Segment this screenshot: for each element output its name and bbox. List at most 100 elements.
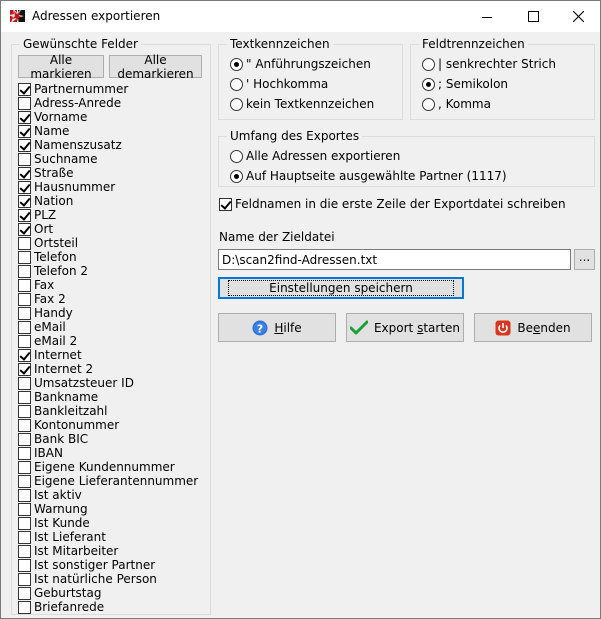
field-checkbox-item[interactable]: Kontonummer xyxy=(18,418,198,432)
field-checkbox-item[interactable]: Handy xyxy=(18,306,198,320)
field-checkbox[interactable] xyxy=(18,222,31,236)
field-checkbox-item[interactable]: eMail xyxy=(18,320,198,334)
field-checkbox-item[interactable]: Ortsteil xyxy=(18,236,198,250)
field-checkbox-item[interactable]: Namenszusatz xyxy=(18,138,198,152)
field-checkbox[interactable] xyxy=(18,236,31,250)
field-checkbox-item[interactable]: Adress-Anrede xyxy=(18,96,198,110)
field-checkbox-item[interactable]: PLZ xyxy=(18,208,198,222)
field-checkbox-item[interactable]: Ist Lieferant xyxy=(18,530,198,544)
field-checkbox-item[interactable]: Fax 2 xyxy=(18,292,198,306)
field-checkbox-item[interactable]: Umsatzsteuer ID xyxy=(18,376,198,390)
field-checkbox-item[interactable]: Geburtstag xyxy=(18,586,198,600)
field-checkbox[interactable] xyxy=(18,474,31,488)
radio-semicolon-circle[interactable] xyxy=(422,77,435,91)
field-checkbox-item[interactable]: IBAN xyxy=(18,446,198,460)
field-checkbox-item[interactable]: Ist natürliche Person xyxy=(18,572,198,586)
field-checkbox[interactable] xyxy=(18,502,31,516)
target-file-input[interactable] xyxy=(218,249,571,270)
radio-pipe[interactable]: | senkrechter Strich xyxy=(422,57,556,71)
field-checkbox[interactable] xyxy=(18,264,31,278)
field-checkbox[interactable] xyxy=(18,376,31,390)
field-checkbox[interactable] xyxy=(18,404,31,418)
field-checkbox[interactable] xyxy=(18,250,31,264)
field-checkbox[interactable] xyxy=(18,390,31,404)
field-checkbox[interactable] xyxy=(18,460,31,474)
field-checkbox[interactable] xyxy=(18,194,31,208)
field-checkbox[interactable] xyxy=(18,278,31,292)
field-checkbox-item[interactable]: Ist Kunde xyxy=(18,516,198,530)
field-checkbox[interactable] xyxy=(18,544,31,558)
radio-all-addresses[interactable]: Alle Adressen exportieren xyxy=(230,149,400,163)
field-checkbox-item[interactable]: Nation xyxy=(18,194,198,208)
field-checkbox[interactable] xyxy=(18,110,31,124)
radio-comma[interactable]: , Komma xyxy=(422,97,491,111)
field-checkbox-item[interactable]: eMail 2 xyxy=(18,334,198,348)
field-checkbox-item[interactable]: Ist Mitarbeiter xyxy=(18,544,198,558)
radio-all-addresses-circle[interactable] xyxy=(230,149,243,163)
radio-selected-partners-circle[interactable] xyxy=(230,169,243,183)
field-checkbox[interactable] xyxy=(18,488,31,502)
unmark-all-button[interactable]: Alle demarkieren xyxy=(109,53,202,81)
save-settings-button[interactable]: Einstellungen speichern xyxy=(218,277,464,299)
help-button[interactable]: ? Hilfe xyxy=(218,313,336,342)
field-checkbox-item[interactable]: Bankname xyxy=(18,390,198,404)
radio-pipe-circle[interactable] xyxy=(422,57,435,71)
field-checkbox[interactable] xyxy=(18,572,31,586)
field-checkbox-item[interactable]: Fax xyxy=(18,278,198,292)
radio-comma-circle[interactable] xyxy=(422,97,435,111)
field-checkbox[interactable] xyxy=(18,600,31,614)
field-checkbox[interactable] xyxy=(18,124,31,138)
quit-button[interactable]: Beenden xyxy=(474,313,592,342)
field-checkbox-item[interactable]: Name xyxy=(18,124,198,138)
field-checkbox[interactable] xyxy=(18,418,31,432)
field-checkbox[interactable] xyxy=(18,208,31,222)
field-checkbox[interactable] xyxy=(18,432,31,446)
field-checkbox-item[interactable]: Partnernummer xyxy=(18,82,198,96)
field-checkbox-item[interactable]: Vorname xyxy=(18,110,198,124)
field-checkbox-item[interactable]: Hausnummer xyxy=(18,180,198,194)
field-checkbox[interactable] xyxy=(18,292,31,306)
field-checkbox[interactable] xyxy=(18,446,31,460)
radio-apostrophe[interactable]: ' Hochkomma xyxy=(230,77,328,91)
field-checkbox-item[interactable]: Ist sonstiger Partner xyxy=(18,558,198,572)
field-checkbox[interactable] xyxy=(18,152,31,166)
field-checkbox[interactable] xyxy=(18,166,31,180)
field-checkbox[interactable] xyxy=(18,558,31,572)
field-checkbox-item[interactable]: Ist aktiv xyxy=(18,488,198,502)
field-checkbox[interactable] xyxy=(18,180,31,194)
radio-quote-circle[interactable] xyxy=(230,57,243,71)
field-checkbox-item[interactable]: Bank BIC xyxy=(18,432,198,446)
field-checkbox-item[interactable]: Telefon 2 xyxy=(18,264,198,278)
field-checkbox[interactable] xyxy=(18,362,31,376)
field-checkbox-item[interactable]: Straße xyxy=(18,166,198,180)
field-checkbox[interactable] xyxy=(18,82,31,96)
field-checkbox[interactable] xyxy=(18,334,31,348)
field-checkbox-item[interactable]: Internet xyxy=(18,348,198,362)
field-checkbox-item[interactable]: Ort xyxy=(18,222,198,236)
field-checkbox[interactable] xyxy=(18,320,31,334)
radio-selected-partners[interactable]: Auf Hauptseite ausgewählte Partner (1117… xyxy=(230,169,507,183)
radio-apostrophe-circle[interactable] xyxy=(230,77,243,91)
title-bar[interactable]: Adressen exportieren xyxy=(1,1,600,32)
radio-no-qualifier-circle[interactable] xyxy=(230,97,243,111)
field-checkbox-item[interactable]: Eigene Kundennummer xyxy=(18,460,198,474)
field-checkbox-item[interactable]: Bankleitzahl xyxy=(18,404,198,418)
close-button[interactable] xyxy=(555,1,601,32)
field-checkbox-item[interactable]: Suchname xyxy=(18,152,198,166)
field-checkbox[interactable] xyxy=(18,530,31,544)
minimize-button[interactable] xyxy=(464,1,510,32)
mark-all-button[interactable]: Alle markieren xyxy=(18,53,104,81)
maximize-button[interactable] xyxy=(510,1,556,32)
field-checkbox-item[interactable]: Internet 2 xyxy=(18,362,198,376)
field-checkbox-item[interactable]: Briefanrede xyxy=(18,600,198,614)
browse-button[interactable]: ... xyxy=(574,249,595,270)
radio-quote[interactable]: " Anführungszeichen xyxy=(230,57,371,71)
field-checkbox[interactable] xyxy=(18,306,31,320)
radio-no-qualifier[interactable]: kein Textkennzeichen xyxy=(230,97,374,111)
field-checkbox[interactable] xyxy=(18,586,31,600)
start-export-button[interactable]: Export starten xyxy=(346,313,464,342)
field-checkbox[interactable] xyxy=(18,516,31,530)
field-checkbox[interactable] xyxy=(18,96,31,110)
field-checkbox-item[interactable]: Eigene Lieferantennummer xyxy=(18,474,198,488)
radio-semicolon[interactable]: ; Semikolon xyxy=(422,77,508,91)
